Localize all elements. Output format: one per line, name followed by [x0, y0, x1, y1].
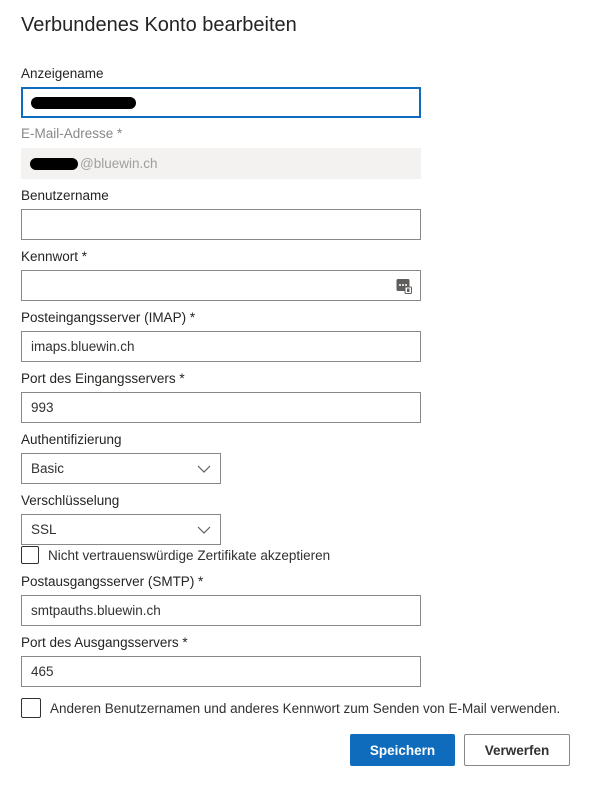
display-name-label: Anzeigename: [21, 66, 104, 81]
email-label: E-Mail-Adresse *: [21, 126, 123, 141]
smtp-server-label: Postausgangsserver (SMTP) *: [21, 574, 204, 589]
email-field: @bluewin.ch: [21, 148, 421, 179]
dialog-title: Verbundenes Konto bearbeiten: [21, 14, 297, 36]
encryption-select[interactable]: SSL: [21, 514, 221, 545]
imap-port-label: Port des Eingangsservers *: [21, 371, 185, 386]
chevron-down-icon: [197, 526, 211, 534]
redacted-value: [31, 96, 136, 109]
auth-selected-value: Basic: [31, 461, 65, 476]
untrusted-certs-checkbox[interactable]: [21, 546, 39, 564]
discard-button[interactable]: Verwerfen: [464, 734, 570, 766]
imap-server-label: Posteingangsserver (IMAP) *: [21, 310, 196, 325]
password-reveal-icon[interactable]: [396, 278, 412, 294]
auth-select[interactable]: Basic: [21, 453, 221, 484]
different-credentials-checkbox[interactable]: [21, 698, 41, 718]
imap-port-input[interactable]: 993: [21, 392, 421, 423]
untrusted-certs-label: Nicht vertrauenswürdige Zertifikate akze…: [48, 547, 331, 563]
username-label: Benutzername: [21, 188, 109, 203]
different-credentials-option[interactable]: Anderen Benutzernamen und anderes Kennwo…: [21, 698, 560, 718]
chevron-down-icon: [197, 465, 211, 473]
username-input[interactable]: [21, 209, 421, 240]
auth-label: Authentifizierung: [21, 432, 122, 447]
smtp-server-input[interactable]: smtpauths.bluewin.ch: [21, 595, 421, 626]
smtp-port-label: Port des Ausgangsservers *: [21, 635, 188, 650]
untrusted-certs-option[interactable]: Nicht vertrauenswürdige Zertifikate akze…: [21, 546, 330, 564]
save-button[interactable]: Speichern: [350, 734, 455, 766]
imap-server-input[interactable]: imaps.bluewin.ch: [21, 331, 421, 362]
redacted-value: [30, 157, 78, 170]
encryption-selected-value: SSL: [31, 522, 57, 537]
password-input[interactable]: [21, 270, 421, 301]
smtp-port-input[interactable]: 465: [21, 656, 421, 687]
display-name-input[interactable]: [21, 87, 421, 118]
email-domain: @bluewin.ch: [80, 156, 158, 171]
different-credentials-label: Anderen Benutzernamen und anderes Kennwo…: [50, 700, 561, 716]
encryption-label: Verschlüsselung: [21, 493, 120, 508]
password-label: Kennwort *: [21, 249, 88, 264]
